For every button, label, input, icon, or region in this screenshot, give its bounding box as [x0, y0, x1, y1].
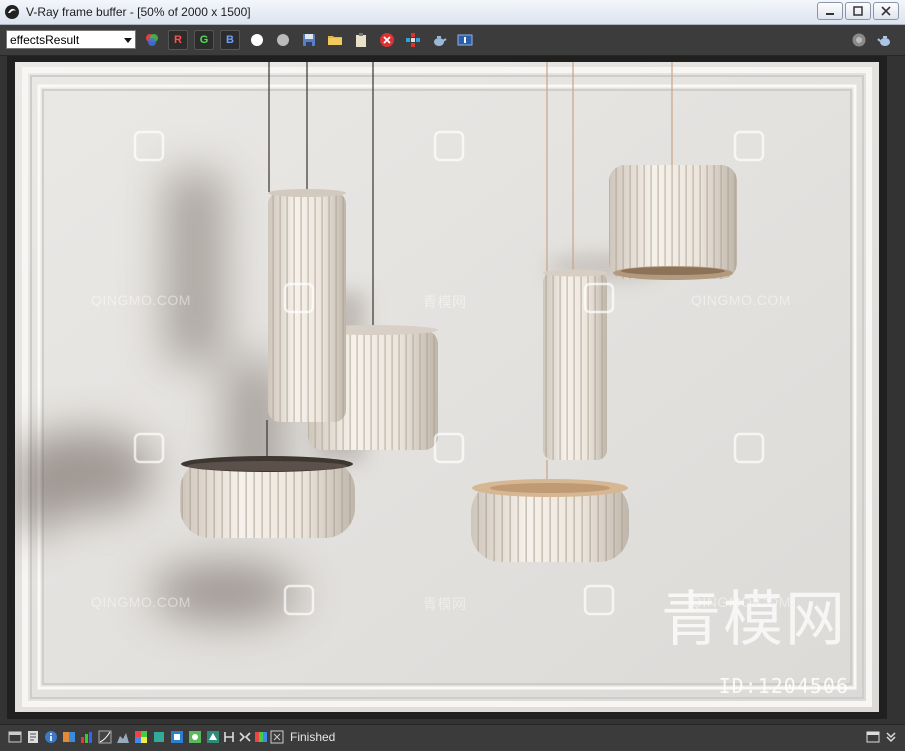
minimize-icon [826, 13, 834, 15]
chevron-down-icon [124, 38, 132, 43]
save-image-button[interactable] [299, 30, 319, 50]
maximize-button[interactable] [845, 2, 871, 20]
teapot-small-icon [877, 36, 890, 46]
status-bar: Finished [0, 724, 905, 751]
image-id-label: ID:1204506 [718, 674, 849, 698]
render-viewport[interactable]: QINGMO.COM 青模网 QINGMO.COM QINGMO.COM 青模网… [7, 56, 887, 719]
stop-render-button[interactable] [377, 30, 397, 50]
histogram-button[interactable] [116, 730, 130, 744]
region-render-button[interactable] [403, 30, 423, 50]
gray-circle-icon [277, 34, 289, 46]
window-title: V-Ray frame buffer - [50% of 2000 x 1500… [26, 5, 251, 19]
info-button[interactable] [44, 730, 58, 744]
toolbar: effectsResult R G B [0, 25, 905, 56]
info-icon [45, 731, 57, 743]
channel-select-value: effectsResult [10, 33, 80, 47]
lens-effects-icon [852, 33, 866, 47]
watermark-text-1: QINGMO.COM [91, 292, 191, 308]
lamp-tall-left [268, 189, 346, 422]
white-circle-icon [251, 34, 263, 46]
window-icon [8, 731, 22, 743]
lut-icon [135, 731, 147, 743]
close-button[interactable] [873, 2, 899, 20]
folder-icon [328, 36, 342, 45]
watermark-text-5: 青模网 [423, 596, 467, 612]
srgb-icon [171, 731, 183, 743]
levels-button[interactable] [80, 730, 94, 744]
stop-icon [380, 33, 394, 47]
lamp-tall-right [543, 269, 607, 460]
pixel-info-icon [154, 732, 164, 742]
stamp-button[interactable] [270, 730, 284, 744]
horizontal-flip-button[interactable] [222, 730, 236, 744]
color-corrections-button[interactable] [62, 730, 76, 744]
teapot-render-button[interactable] [875, 30, 895, 50]
monochrome-button[interactable] [273, 30, 293, 50]
title-bar: V-Ray frame buffer - [50% of 2000 x 1500… [0, 0, 905, 25]
curves-button[interactable] [98, 730, 112, 744]
brand-watermark: 青模网 [661, 585, 847, 655]
compare-icon [457, 34, 473, 46]
compare-ab-button[interactable] [254, 730, 268, 744]
teapot-icon [434, 36, 447, 46]
lamp-wide-right [609, 165, 737, 280]
watermark-text-3: QINGMO.COM [691, 292, 791, 308]
history-toggle-button[interactable] [8, 730, 22, 744]
lamp-drum-right [471, 479, 629, 562]
expand-button[interactable] [884, 730, 898, 744]
clear-image-button[interactable] [351, 30, 371, 50]
alpha-white-button[interactable] [247, 30, 267, 50]
pixel-info-button[interactable] [152, 730, 166, 744]
stamp-icon [270, 730, 284, 744]
minimize-button[interactable] [817, 2, 843, 20]
histogram-icon [117, 733, 129, 743]
log-icon [28, 731, 38, 743]
srgb-button[interactable] [170, 730, 184, 744]
save-icon [303, 34, 315, 46]
watermark-text-4: QINGMO.COM [91, 594, 191, 610]
levels-icon [81, 732, 92, 743]
lamp-drum-left [180, 456, 355, 538]
v-flip-icon [239, 732, 251, 742]
color-channels-icon [146, 34, 158, 46]
vray-app-icon [4, 4, 20, 20]
compare-button[interactable] [455, 30, 475, 50]
icc-button[interactable] [206, 730, 220, 744]
vertical-flip-button[interactable] [238, 730, 252, 744]
blue-channel-button[interactable]: B [220, 30, 240, 50]
lut-button[interactable] [134, 730, 148, 744]
double-chevron-down-icon [886, 732, 896, 743]
close-icon [881, 6, 891, 16]
red-channel-button[interactable]: R [168, 30, 188, 50]
rendered-image: QINGMO.COM 青模网 QINGMO.COM QINGMO.COM 青模网… [15, 62, 879, 712]
green-channel-button[interactable]: G [194, 30, 214, 50]
open-image-button[interactable] [325, 30, 345, 50]
ocio-button[interactable] [188, 730, 202, 744]
ocio-icon [189, 731, 201, 743]
render-status: Finished [290, 730, 336, 744]
watermark-text-2: 青模网 [423, 294, 467, 310]
gradient-icon [63, 732, 75, 742]
render-log-button[interactable] [26, 730, 40, 744]
compare-ab-icon [255, 732, 267, 742]
channel-select[interactable]: effectsResult [6, 30, 136, 49]
color-channels-button[interactable] [142, 30, 162, 50]
vray-frame-buffer-window: V-Ray frame buffer - [50% of 2000 x 1500… [0, 0, 905, 751]
h-flip-icon [224, 732, 234, 742]
maximize-icon [853, 6, 863, 16]
curve-icon [98, 730, 112, 744]
lens-effects-button[interactable] [849, 30, 869, 50]
clipboard-icon [356, 33, 366, 47]
panel-icon [866, 731, 880, 743]
icc-icon [207, 731, 219, 743]
panel-toggle-button[interactable] [866, 730, 880, 744]
render-last-button[interactable] [429, 30, 449, 50]
region-render-icon [406, 33, 420, 47]
